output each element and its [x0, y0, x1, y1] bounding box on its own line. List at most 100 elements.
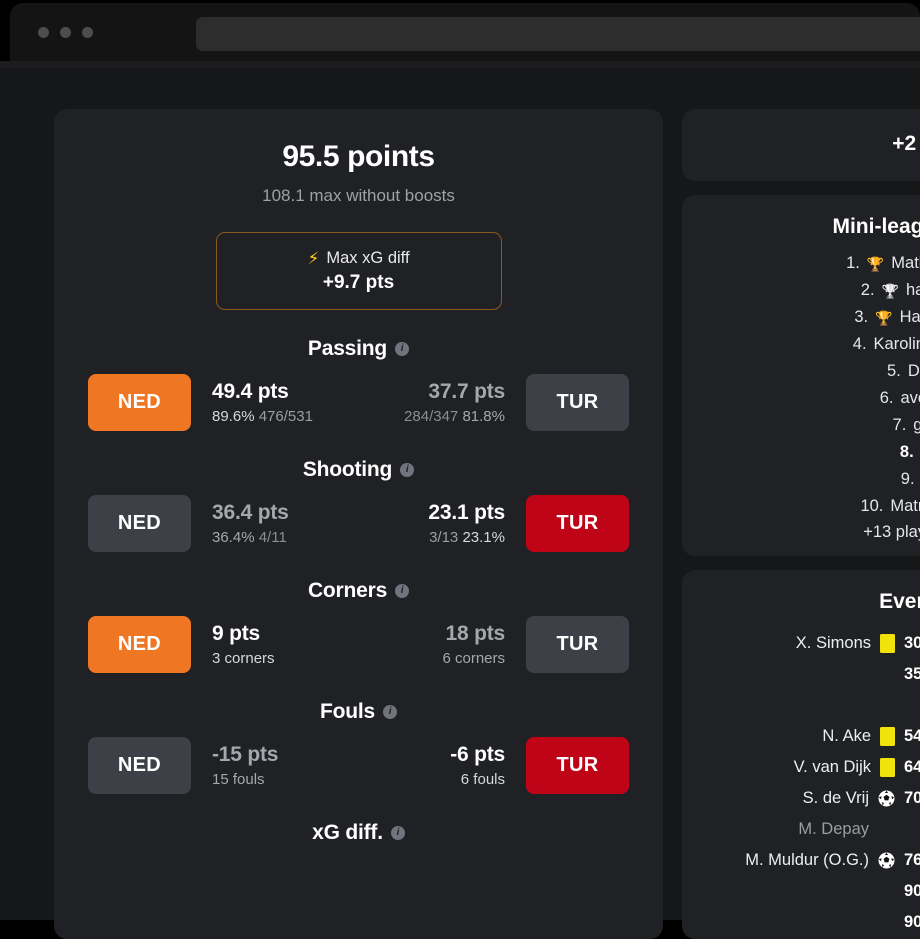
away-stat-side: 37.7 pts 284/347 81.8% [404, 380, 505, 425]
stat-values: -15 pts 15 fouls -6 pts 6 fouls [191, 743, 526, 788]
home-stat-side: 9 pts 3 corners [212, 622, 275, 667]
event-player-name: X. Simons [795, 634, 871, 652]
total-points: 95.5 points [282, 140, 435, 173]
home-detail: 89.6% 476/531 [212, 408, 313, 425]
max-xg-diff-boost-box[interactable]: ⚡ Max xG diff +9.7 pts [215, 232, 502, 310]
home-points: -15 pts [212, 743, 279, 766]
league-row[interactable]: 6. averse [682, 385, 920, 412]
away-team-badge[interactable]: TUR [526, 495, 629, 552]
home-detail-secondary: 476/531 [258, 408, 313, 425]
home-stat-side: 49.4 pts 89.6% 476/531 [212, 380, 313, 425]
home-stat-side: 36.4 pts 36.4% 4/11 [212, 501, 289, 546]
event-player-name: V. van Dijk [793, 758, 871, 776]
league-row[interactable]: 3. 🏆 Hayley [682, 304, 920, 331]
home-points: 36.4 pts [212, 501, 289, 524]
event-row: M. Depay [682, 814, 920, 845]
window-traffic-lights [38, 27, 93, 38]
stat-block-shooting: Shooting i NED 36.4 pts 36.4% 4/11 23.1 pts 3/… [54, 458, 663, 552]
event-row: 90+5' [682, 907, 920, 938]
chrome-divider [0, 61, 920, 68]
league-rank: 9. [900, 470, 915, 488]
away-detail-secondary: 3/13 [429, 529, 459, 546]
league-row[interactable]: 9.Ace [682, 466, 920, 493]
info-icon[interactable]: i [383, 705, 397, 719]
home-team-badge[interactable]: NED [88, 737, 191, 794]
minimize-window-icon[interactable] [60, 27, 71, 38]
event-row [682, 690, 920, 721]
stat-row: NED -15 pts 15 fouls -6 pts 6 fouls TUR [54, 737, 663, 794]
event-time: 90+5' [904, 913, 920, 931]
league-row[interactable]: 4. Karolin111 [682, 331, 920, 358]
league-row[interactable]: 7. gabe [682, 412, 920, 439]
boost-label-text: Max xG diff [326, 248, 410, 267]
stat-title-text: xG diff. [312, 821, 383, 844]
soccer-ball-icon [878, 852, 895, 869]
away-detail-secondary: 284/347 [404, 408, 459, 425]
stat-block-xg-diff: xG diff. i [54, 821, 663, 845]
home-detail: 3 corners [212, 650, 275, 667]
league-rank: 3. [854, 308, 869, 326]
stat-block-fouls: Fouls i NED -15 pts 15 fouls -6 pts 6 fouls TUR [54, 700, 663, 794]
away-stat-side: -6 pts 6 fouls [450, 743, 505, 788]
info-icon[interactable]: i [395, 584, 410, 598]
trophy-gold-icon: 🏆 [866, 255, 885, 272]
address-bar[interactable] [196, 17, 920, 51]
stat-title: xG diff. i [54, 821, 663, 845]
event-row: N. Ake 54' [682, 721, 920, 752]
event-player-name: N. Ake [822, 727, 871, 745]
away-points: 37.7 pts [428, 380, 505, 403]
home-team-badge[interactable]: NED [88, 495, 191, 552]
boost-value: +9.7 pts [322, 271, 395, 293]
event-icon-spacer [878, 697, 895, 714]
event-time: 35' [904, 665, 920, 683]
home-detail-primary: 3 corners [212, 650, 275, 667]
trophy-silver-icon: 🏆 [881, 282, 899, 299]
stat-title: Fouls i [54, 700, 663, 724]
event-icon-spacer [878, 821, 895, 838]
away-detail: 3/13 23.1% [429, 529, 505, 546]
league-row[interactable]: 5. Didac [682, 358, 920, 385]
xp-card[interactable]: +2 XP [682, 109, 920, 181]
home-points: 9 pts [212, 622, 261, 645]
stat-title-text: Corners [307, 579, 388, 602]
events-list: X. Simons 30' 35' N. Ake 54' V. van Dijk 64' S.… [682, 628, 920, 938]
home-detail: 15 fouls [212, 771, 278, 788]
away-points: 18 pts [445, 622, 506, 645]
maximize-window-icon[interactable] [82, 27, 93, 38]
stat-blocks: Passing i NED 49.4 pts 89.6% 476/531 37.7 pts… [54, 337, 663, 845]
stat-title-text: Fouls [320, 700, 375, 723]
league-rank: 5. [887, 362, 901, 380]
league-row[interactable]: 2. 🏆 hazza [682, 277, 920, 304]
event-time: 90+3' [904, 882, 920, 900]
away-team-badge[interactable]: TUR [526, 374, 629, 431]
league-row[interactable]: 8.dan [682, 439, 920, 466]
home-team-badge[interactable]: NED [88, 616, 191, 673]
away-team-badge[interactable]: TUR [526, 737, 629, 794]
stat-title: Shooting i [54, 458, 663, 482]
soccer-ball-icon [878, 790, 895, 807]
league-player-name: averse [900, 389, 920, 407]
more-players-link[interactable]: +13 players [682, 523, 920, 542]
home-team-badge[interactable]: NED [88, 374, 191, 431]
stat-row: NED 36.4 pts 36.4% 4/11 23.1 pts 3/13 23.1% T… [54, 495, 663, 552]
info-icon[interactable]: i [400, 463, 415, 477]
league-row[interactable]: 1. 🏆 Mathieu [682, 250, 920, 277]
league-rank: 10. [860, 497, 884, 515]
event-time: 64' [904, 758, 920, 776]
stat-title: Corners i [54, 579, 663, 603]
stat-row: NED 49.4 pts 89.6% 476/531 37.7 pts 284/347 … [54, 374, 663, 431]
boost-label-row: ⚡ Max xG diff [307, 249, 409, 268]
close-window-icon[interactable] [38, 27, 49, 38]
league-row[interactable]: 10. Matman [682, 493, 920, 520]
away-detail: 284/347 81.8% [404, 408, 505, 425]
info-icon[interactable]: i [395, 342, 410, 356]
away-stat-side: 23.1 pts 3/13 23.1% [428, 501, 505, 546]
event-row: M. Muldur (O.G.) 76' [682, 845, 920, 876]
away-team-badge[interactable]: TUR [526, 616, 629, 673]
home-detail: 36.4% 4/11 [212, 529, 289, 546]
info-icon[interactable]: i [390, 826, 405, 840]
yellow-card-icon [880, 634, 895, 653]
stat-row: NED 9 pts 3 corners 18 pts 6 corners TUR [54, 616, 663, 673]
league-rank: 6. [879, 389, 894, 407]
trophy-gold-icon: 🏆 [875, 309, 893, 326]
